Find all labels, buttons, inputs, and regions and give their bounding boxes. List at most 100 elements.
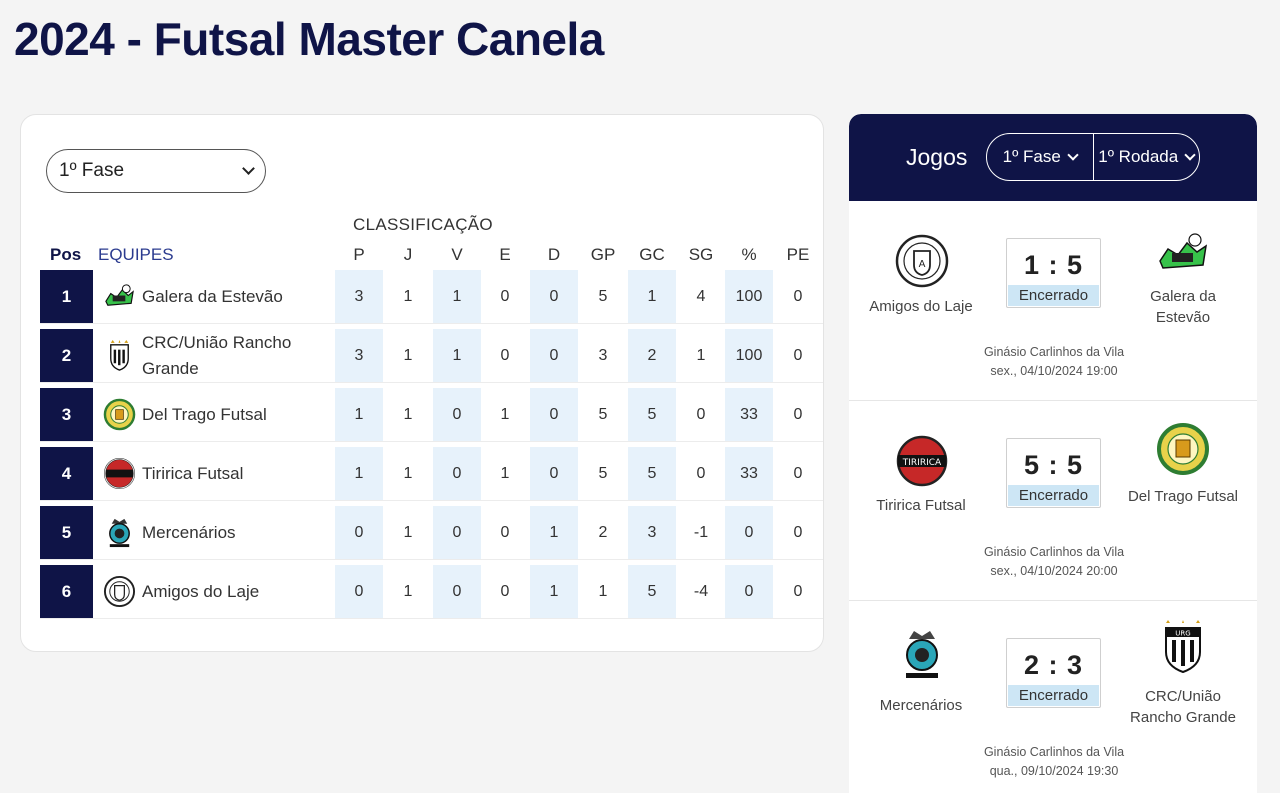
team-cell: Tiririca Futsal xyxy=(103,447,331,500)
page-title: 2024 - Futsal Master Canela xyxy=(14,13,604,65)
team-name: Del Trago Futsal xyxy=(142,404,267,424)
del-trago-logo-icon xyxy=(103,398,136,431)
col-header-e: E xyxy=(499,245,511,264)
stat-p: 3 xyxy=(335,270,383,323)
stat-pct: 33 xyxy=(725,388,773,441)
stat-j: 1 xyxy=(403,582,413,600)
stat-gc: 5 xyxy=(628,565,676,618)
team-name: Mercenários xyxy=(142,522,236,542)
games-header: Jogos 1º Fase 1º Rodada xyxy=(849,114,1257,201)
match-datetime: qua., 09/10/2024 19:30 xyxy=(989,764,1119,778)
team-cell: Amigos do Laje xyxy=(103,565,331,618)
stat-p: 1 xyxy=(335,447,383,500)
stat-e: 0 xyxy=(500,346,510,364)
stat-j: 1 xyxy=(403,523,413,541)
stat-e: 0 xyxy=(500,523,510,541)
round-filter-dropdown[interactable]: 1º Rodada xyxy=(1092,134,1200,180)
status-badge: Encerrado xyxy=(1008,285,1099,306)
match-score: 2 : 3 xyxy=(1023,650,1084,680)
status-badge: Encerrado xyxy=(1008,685,1099,706)
stat-sg: 1 xyxy=(696,346,706,364)
stat-gp: 3 xyxy=(598,346,608,364)
stat-p: 0 xyxy=(335,565,383,618)
phase-filter-label: 1º Fase xyxy=(1002,147,1061,166)
team-cell: Galera da Estevão xyxy=(103,270,331,323)
stat-p: 0 xyxy=(335,506,383,559)
table-row[interactable]: 3 Del Trago Futsal 1 1 0 1 0 5 5 0 33 0 xyxy=(40,388,823,442)
stat-v: 0 xyxy=(433,447,481,500)
match-card[interactable]: Mercenários 2 : 3 Encerrado URG CRC/Uniã… xyxy=(849,602,1257,793)
away-team-name: Del Trago Futsal xyxy=(1127,488,1239,505)
venue: Ginásio Carlinhos da Vila xyxy=(983,745,1125,759)
table-row[interactable]: 6 Amigos do Laje 0 1 0 0 1 1 5 -4 0 0 xyxy=(40,565,823,619)
stat-gc: 1 xyxy=(628,270,676,323)
team-name: Amigos do Laje xyxy=(142,581,260,601)
position-cell: 2 xyxy=(40,329,93,382)
stat-d: 1 xyxy=(530,565,578,618)
team-name: CRC/União Rancho Grande xyxy=(142,333,292,378)
stat-v: 0 xyxy=(433,388,481,441)
phase-select[interactable]: 1º Fase xyxy=(46,149,266,193)
team-cell: CRC/União Rancho Grande xyxy=(103,329,331,382)
svg-text:TIRIRICA: TIRIRICA xyxy=(902,458,942,468)
stat-d: 0 xyxy=(530,329,578,382)
col-header-p: P xyxy=(353,245,365,264)
col-header-sg: SG xyxy=(688,245,714,264)
score-box: 1 : 5 Encerrado xyxy=(1006,238,1101,308)
col-header-d: D xyxy=(547,245,561,264)
stat-d: 0 xyxy=(530,388,578,441)
stat-v: 0 xyxy=(433,506,481,559)
away-team-name: Galera da Estevão xyxy=(1150,288,1216,326)
standings-card: 1º Fase CLASSIFICAÇÃO Pos EQUIPES P J V … xyxy=(20,114,824,652)
position-cell: 1 xyxy=(40,270,93,323)
games-panel: Jogos 1º Fase 1º Rodada A Amigos do Laje… xyxy=(849,114,1257,793)
status-badge: Encerrado xyxy=(1008,485,1099,506)
games-title: Jogos xyxy=(906,144,968,170)
stat-p: 3 xyxy=(335,329,383,382)
table-row[interactable]: 1 Galera da Estevão 3 1 1 0 0 5 1 4 100 … xyxy=(40,270,823,324)
stat-gp: 5 xyxy=(598,287,608,305)
teams-header: EQUIPES xyxy=(98,245,174,264)
stat-e: 0 xyxy=(500,287,510,305)
phase-filter-dropdown[interactable]: 1º Fase xyxy=(987,134,1093,180)
amigos-logo-icon: A xyxy=(895,234,949,288)
match-card[interactable]: A Amigos do Laje 1 : 5 Encerrado Galera … xyxy=(849,202,1257,401)
away-team-name: CRC/União Rancho Grande xyxy=(1130,688,1236,726)
stat-gc: 5 xyxy=(628,447,676,500)
stat-pct: 33 xyxy=(725,447,773,500)
match-score: 1 : 5 xyxy=(1023,250,1084,280)
position-cell: 6 xyxy=(40,565,93,618)
match-card[interactable]: TIRIRICA Tiririca Futsal 5 : 5 Encerrado… xyxy=(849,402,1257,601)
stat-j: 1 xyxy=(403,464,413,482)
table-row[interactable]: 2 CRC/União Rancho Grande 3 1 1 0 0 3 2 … xyxy=(40,329,823,383)
stat-p: 1 xyxy=(335,388,383,441)
col-header-pct: % xyxy=(741,245,757,264)
stat-pct: 0 xyxy=(725,565,773,618)
stat-e: 1 xyxy=(500,405,510,423)
crc-shield-icon xyxy=(110,339,129,371)
stat-v: 0 xyxy=(433,565,481,618)
col-header-pe: PE xyxy=(786,245,810,264)
mercenarios-logo-icon xyxy=(906,631,938,678)
match-datetime: sex., 04/10/2024 20:00 xyxy=(990,564,1118,578)
home-team-name: Mercenários xyxy=(879,697,963,714)
stat-sg: 4 xyxy=(696,287,706,305)
chevron-down-icon xyxy=(242,162,255,175)
round-filter-label: 1º Rodada xyxy=(1098,147,1179,166)
stat-d: 0 xyxy=(530,447,578,500)
stat-pe: 0 xyxy=(793,346,803,364)
table-row[interactable]: 4 Tiririca Futsal 1 1 0 1 0 5 5 0 33 0 xyxy=(40,447,823,501)
team-cell: Mercenários xyxy=(103,506,331,559)
del-trago-logo-icon xyxy=(1157,423,1209,475)
stat-d: 1 xyxy=(530,506,578,559)
stat-pct: 100 xyxy=(725,270,773,323)
table-row[interactable]: 5 Mercenários 0 1 0 0 1 2 3 -1 0 0 xyxy=(40,506,823,560)
phase-select-value: 1º Fase xyxy=(59,160,125,181)
position-cell: 4 xyxy=(40,447,93,500)
stat-gp: 5 xyxy=(598,405,608,423)
stat-v: 1 xyxy=(433,329,481,382)
stat-pe: 0 xyxy=(793,464,803,482)
stat-pe: 0 xyxy=(793,287,803,305)
col-header-v: V xyxy=(451,245,463,264)
team-name: Tiririca Futsal xyxy=(142,463,244,483)
